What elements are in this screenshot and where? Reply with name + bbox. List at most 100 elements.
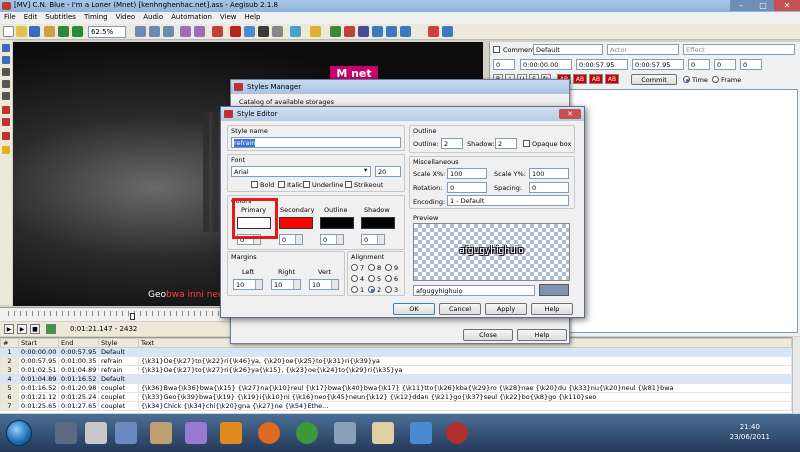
realtime-tool-icon[interactable] [2,132,10,140]
system-clock[interactable]: 21:40 23/06/2011 [730,422,770,442]
rotate-z-tool-icon[interactable] [2,68,10,76]
preview-text-input[interactable]: afgugyhighuio [413,285,535,296]
resample-icon[interactable] [272,26,283,37]
chrome-icon[interactable] [296,422,318,444]
media-player-icon[interactable] [115,422,137,444]
shadow-color-swatch[interactable] [361,217,395,229]
secondary-color-swatch[interactable] [279,217,313,229]
style-editor-close-button[interactable]: ✕ [559,109,581,119]
replace-icon[interactable] [194,26,205,37]
start-button[interactable] [6,420,32,446]
seek-thumb[interactable] [130,313,135,320]
underline-checkbox[interactable] [303,181,310,188]
table-row[interactable]: 7 0:01:25.65 0:01:27.65 couplet {\k34}Chick … [0,401,792,411]
align-4-radio[interactable] [351,275,358,282]
align-9-radio[interactable] [385,264,392,271]
menu-help[interactable]: Help [241,12,265,22]
find-icon[interactable] [180,26,191,37]
maximize-button[interactable]: □ [752,0,774,11]
rotate-xy-tool-icon[interactable] [2,80,10,88]
jump-to-icon[interactable] [135,26,146,37]
start-time-field[interactable]: 0:00:00.00 [520,59,572,70]
header-number[interactable]: # [0,338,19,348]
align-5-radio[interactable] [368,275,375,282]
style-select[interactable]: Default [533,44,603,55]
styles-manager-close-button[interactable]: Close [463,329,513,341]
shadow-color-button[interactable]: AB [605,74,619,84]
jump-end-icon[interactable] [163,26,174,37]
rotation-field[interactable]: 0 [447,182,487,193]
menu-file[interactable]: File [0,12,20,22]
margin-right-field[interactable]: 0 [714,59,736,70]
scale-tool-icon[interactable] [2,92,10,100]
grid-scrollbar[interactable] [792,337,800,413]
aegisub-taskbar-icon[interactable] [446,422,468,444]
zoom-in-icon[interactable] [58,26,69,37]
margin-right-spin[interactable]: 10 [271,279,301,290]
table-row[interactable]: 2 0:00:57.95 0:01:00.35 refrain {\k31}Oe{\k2… [0,356,792,366]
snap-icon[interactable] [344,26,355,37]
font-dropdown-arrow-icon[interactable]: ▾ [364,166,367,174]
zoom-select[interactable]: 62.5% [88,26,126,38]
open-video-icon[interactable] [44,26,55,37]
font-name-select[interactable]: Arial [231,166,371,177]
actor-field[interactable]: Actor [607,44,679,55]
folder-icon[interactable] [372,422,394,444]
time-radio[interactable] [683,76,690,83]
tools-icon[interactable] [428,26,439,37]
winrar-icon[interactable] [185,422,207,444]
menu-automation[interactable]: Automation [167,12,216,22]
layer-field[interactable]: 0 [493,59,515,70]
italic-checkbox[interactable] [278,181,285,188]
timing-icon[interactable] [290,26,301,37]
stop-icon[interactable]: ■ [30,324,40,334]
table-row[interactable]: 5 0:01:16.52 0:01:20.98 couplet {\k36}Bwa{\k… [0,383,792,393]
outline-color-button[interactable]: AB [589,74,603,84]
menu-audio[interactable]: Audio [139,12,167,22]
align-2-radio[interactable] [368,286,375,293]
ok-button[interactable]: OK [393,303,435,315]
menu-view[interactable]: View [216,12,241,22]
style-name-field[interactable]: refrain [231,137,401,148]
spacing-field[interactable]: 0 [529,182,569,193]
visual-typesetting-icon[interactable] [386,26,397,37]
jump-start-icon[interactable] [149,26,160,37]
align-7-radio[interactable] [351,264,358,271]
explorer-window-icon[interactable] [334,422,356,444]
styles-manager-icon[interactable] [230,26,241,37]
minimize-button[interactable]: – [730,0,752,11]
end-time-field[interactable]: 0:00:57.95 [576,59,628,70]
pointer-tool-icon[interactable] [2,44,10,52]
outline-width-field[interactable]: 2 [441,138,463,149]
effect-field[interactable]: Effect [683,44,795,55]
shadow-alpha-field[interactable]: 0 [361,234,385,245]
table-row[interactable]: 4 0:01:04.89 0:01:16.52 Default [0,374,792,384]
header-style[interactable]: Style [98,338,139,348]
font-size-field[interactable]: 20 [375,166,401,177]
help-icon[interactable] [442,26,453,37]
kanji-timer-icon[interactable] [358,26,369,37]
align-6-radio[interactable] [385,275,392,282]
scale-y-field[interactable]: 100 [529,168,569,179]
properties-icon[interactable] [244,26,255,37]
translation-icon[interactable] [330,26,341,37]
margin-vertical-field[interactable]: 0 [740,59,762,70]
zoom-out-icon[interactable] [72,26,83,37]
menu-timing[interactable]: Timing [80,12,112,22]
vlc-icon[interactable] [220,422,242,444]
open-file-icon[interactable] [16,26,27,37]
preview-background-color-button[interactable] [539,284,569,296]
outline-color-swatch[interactable] [320,217,354,229]
show-desktop-icon[interactable] [55,422,77,444]
attachments-icon[interactable] [212,26,223,37]
margin-left-field[interactable]: 0 [688,59,710,70]
frame-radio[interactable] [712,76,719,83]
secondary-color-button[interactable]: AB [573,74,587,84]
new-file-icon[interactable] [3,26,14,37]
commit-button[interactable]: Commit [631,74,677,85]
play-icon[interactable]: ▶ [4,324,14,334]
table-row[interactable]: 1 0:00:00.00 0:00:57.95 Default [0,347,792,357]
app-icon[interactable] [150,422,172,444]
autoscroll-icon[interactable] [46,324,56,334]
close-button[interactable]: ✕ [774,0,800,11]
